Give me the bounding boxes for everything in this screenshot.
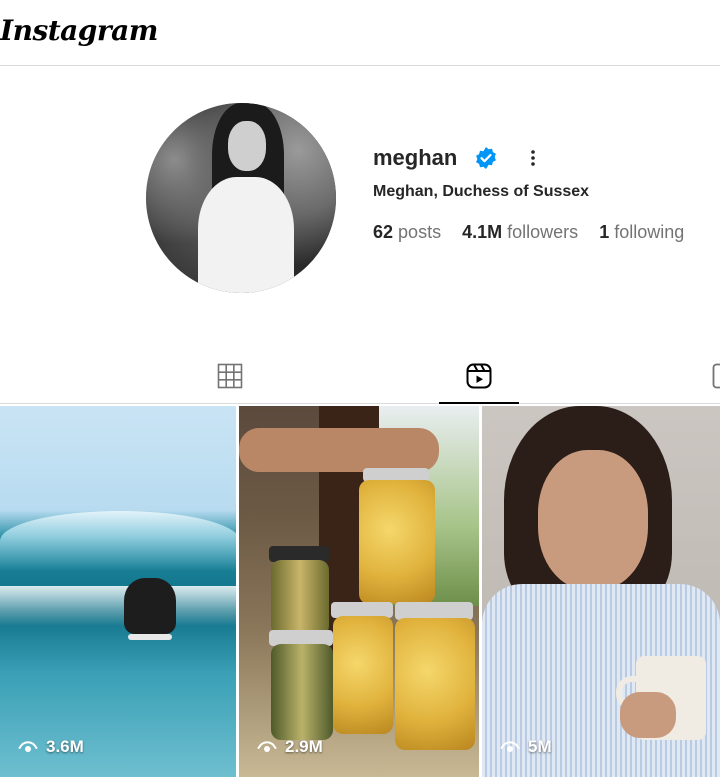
eye-icon bbox=[500, 741, 520, 752]
eye-icon bbox=[257, 741, 277, 752]
following-count-value: 1 bbox=[599, 222, 610, 242]
avatar-dress bbox=[198, 177, 294, 293]
reel-tile-jars[interactable]: 2.9M bbox=[239, 406, 479, 777]
reels-grid: 3.6M 2.9M 5M bbox=[0, 406, 720, 777]
reels-icon[interactable] bbox=[466, 363, 492, 389]
jar bbox=[271, 560, 329, 636]
profile-stats: 62 posts 4.1M followers 1 following bbox=[373, 222, 700, 243]
instagram-logo[interactable]: Instagram bbox=[0, 14, 158, 47]
posts-count: 62 posts bbox=[373, 222, 441, 243]
following-count-label: following bbox=[614, 222, 685, 242]
posts-count-label: posts bbox=[398, 222, 442, 242]
jar bbox=[333, 616, 393, 734]
tagged-icon[interactable] bbox=[712, 363, 720, 389]
followers-link[interactable]: 4.1M followers bbox=[462, 222, 578, 243]
reel-view-count-value: 3.6M bbox=[46, 737, 84, 756]
profile-avatar[interactable] bbox=[146, 103, 336, 293]
followers-count-value: 4.1M bbox=[462, 222, 503, 242]
hand bbox=[620, 692, 676, 738]
reel-view-count: 2.9M bbox=[257, 737, 323, 757]
jar bbox=[359, 480, 435, 604]
more-options-icon[interactable] bbox=[526, 148, 540, 168]
face bbox=[538, 450, 648, 590]
wave-crest bbox=[0, 511, 236, 571]
avatar-face bbox=[228, 121, 266, 171]
profile-username: meghan bbox=[373, 145, 458, 170]
following-link[interactable]: 1 following bbox=[599, 222, 684, 243]
reel-view-count: 3.6M bbox=[18, 737, 84, 757]
verified-badge-icon bbox=[476, 147, 496, 169]
reel-tile-mug[interactable]: 5M bbox=[482, 406, 720, 777]
reel-view-count-value: 2.9M bbox=[285, 737, 323, 756]
wave-foam bbox=[0, 586, 236, 626]
surfboard bbox=[128, 634, 172, 640]
eye-icon bbox=[18, 741, 38, 752]
profile-full-name: Meghan, Duchess of Sussex bbox=[373, 183, 590, 200]
reel-view-count: 5M bbox=[500, 737, 552, 757]
reel-tile-surfing[interactable]: 3.6M bbox=[0, 406, 236, 777]
jar bbox=[395, 618, 475, 750]
surfer-figure bbox=[124, 578, 176, 634]
tabs-divider bbox=[0, 403, 720, 404]
followers-count-label: followers bbox=[507, 222, 579, 242]
reel-view-count-value: 5M bbox=[528, 737, 552, 756]
posts-count-value: 62 bbox=[373, 222, 394, 242]
jar bbox=[271, 644, 333, 740]
hand bbox=[239, 428, 439, 472]
grid-icon[interactable] bbox=[217, 363, 243, 389]
active-tab-indicator bbox=[439, 402, 519, 404]
header-divider bbox=[0, 65, 720, 66]
